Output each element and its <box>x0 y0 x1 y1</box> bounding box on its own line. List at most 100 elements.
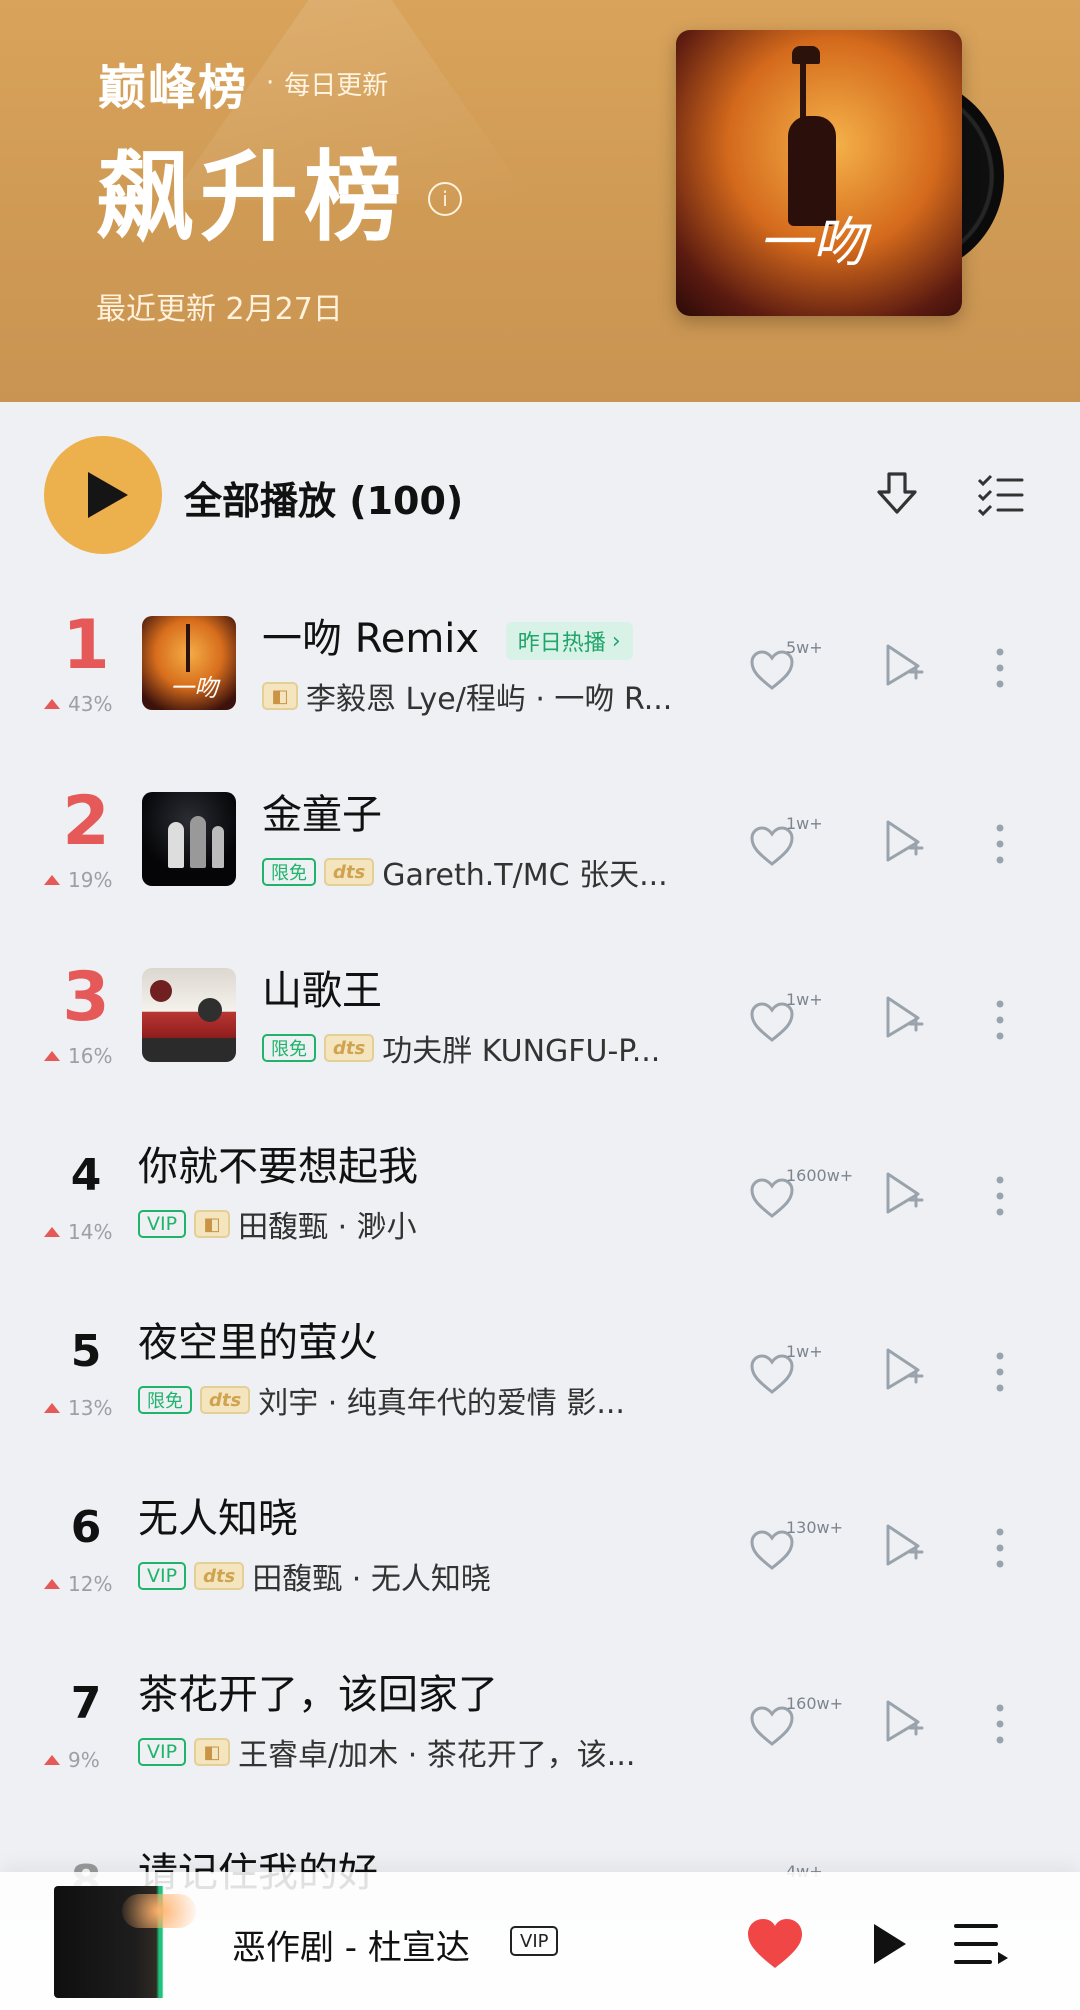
more-icon[interactable] <box>995 820 1005 868</box>
rank-number: 1 <box>62 606 110 685</box>
more-icon[interactable] <box>995 1348 1005 1396</box>
free-tag: 限免 <box>138 1386 192 1414</box>
vip-tag: VIP <box>138 1210 187 1238</box>
song-cover[interactable] <box>142 968 236 1062</box>
song-title: 金童子 <box>262 792 382 838</box>
updated-date: 最近更新 2月27日 <box>96 292 343 327</box>
vip-badge: VIP <box>510 1926 559 1956</box>
brand-separator: · <box>266 68 275 98</box>
free-tag: 限免 <box>262 858 316 886</box>
rank-number: 3 <box>62 958 110 1037</box>
song-row-4[interactable]: 4 14% 你就不要想起我 VIP ◧ 田馥甄 · 渺小 1600w+ <box>0 1120 1080 1296</box>
album-cover: 一吻 <box>676 30 962 316</box>
up-arrow-icon <box>44 699 60 709</box>
cover-light <box>122 1894 196 1928</box>
more-icon[interactable] <box>995 1524 1005 1572</box>
play-all-button[interactable] <box>44 436 162 554</box>
now-playing-cover[interactable] <box>54 1886 200 1998</box>
song-meta: ◧ 李毅恩 Lye/程屿 · 一吻 R... <box>262 674 722 718</box>
up-arrow-icon <box>44 1227 60 1237</box>
song-meta: 限免 dts 功夫胖 KUNGFU-P... <box>262 1026 722 1070</box>
dolby-tag: ◧ <box>262 682 298 710</box>
download-icon[interactable] <box>870 468 924 522</box>
chevron-right-icon: › <box>611 628 621 654</box>
dts-tag: dts <box>324 858 375 886</box>
page-title: 飙升榜 <box>96 141 409 255</box>
add-to-playlist-icon[interactable] <box>880 818 926 864</box>
song-title: 无人知晓 <box>138 1496 298 1542</box>
add-to-playlist-icon[interactable] <box>880 994 926 1040</box>
song-row-2[interactable]: 2 19% 金童子 限免 dts Gareth.T/MC 张天... 1w+ <box>0 768 1080 944</box>
add-to-playlist-icon[interactable] <box>880 1522 926 1568</box>
like-count: 130w+ <box>786 1518 844 1537</box>
now-playing-title: 恶作剧 - 杜宣达 <box>232 1928 470 1968</box>
song-row-5[interactable]: 5 13% 夜空里的萤火 限免 dts 刘宇 · 纯真年代的爱情 影... 1w… <box>0 1296 1080 1472</box>
playlist-icon[interactable] <box>952 1918 1012 1970</box>
chart-header: 巅峰榜 · 每日更新 飙升榜 i 最近更新 2月27日 一吻 <box>0 0 1080 402</box>
song-meta: 限免 dts 刘宇 · 纯真年代的爱情 影... <box>138 1378 718 1422</box>
song-cover[interactable] <box>142 792 236 886</box>
up-arrow-icon <box>44 1579 60 1589</box>
add-to-playlist-icon[interactable] <box>880 1170 926 1216</box>
like-count: 160w+ <box>786 1694 844 1713</box>
song-meta: VIP dts 田馥甄 · 无人知晓 <box>138 1554 698 1598</box>
more-icon[interactable] <box>995 996 1005 1044</box>
rank-change: 12% <box>44 1572 112 1596</box>
brand-row: 巅峰榜 · 每日更新 <box>98 48 388 118</box>
song-row-3[interactable]: 3 16% 山歌王 限免 dts 功夫胖 KUNGFU-P... 1w+ <box>0 944 1080 1120</box>
dts-tag: dts <box>324 1034 375 1062</box>
up-arrow-icon <box>44 1051 60 1061</box>
song-meta: VIP ◧ 田馥甄 · 渺小 <box>138 1202 698 1246</box>
dolby-tag: ◧ <box>194 1738 231 1766</box>
vip-tag: VIP <box>138 1562 187 1590</box>
rank-number: 5 <box>70 1326 102 1377</box>
rank-change: 19% <box>44 868 112 892</box>
up-arrow-icon <box>44 875 60 885</box>
like-count: 5w+ <box>786 638 823 657</box>
more-icon[interactable] <box>995 1700 1005 1748</box>
add-to-playlist-icon[interactable] <box>880 642 926 688</box>
cover-title: 一吻 <box>758 211 866 274</box>
song-meta: 限免 dts Gareth.T/MC 张天... <box>262 850 722 894</box>
rank-change: 43% <box>44 692 112 716</box>
more-icon[interactable] <box>995 644 1005 692</box>
free-tag: 限免 <box>262 1034 316 1062</box>
rank-change: 13% <box>44 1396 112 1420</box>
rank-number: 4 <box>70 1150 102 1201</box>
song-title: 夜空里的萤火 <box>138 1320 378 1366</box>
song-meta: VIP ◧ 王睿卓/加木 · 茶花开了，该... <box>138 1730 718 1774</box>
like-count: 1w+ <box>786 1342 823 1361</box>
like-count: 1600w+ <box>786 1166 854 1185</box>
add-to-playlist-icon[interactable] <box>880 1698 926 1744</box>
song-title: 茶花开了，该回家了 <box>138 1672 498 1718</box>
rank-change: 9% <box>44 1748 100 1772</box>
up-arrow-icon <box>44 1755 60 1765</box>
add-to-playlist-icon[interactable] <box>880 1346 926 1392</box>
play-icon[interactable] <box>860 1916 916 1972</box>
mini-player[interactable]: 恶作剧 - 杜宣达 VIP <box>0 1872 1080 2010</box>
hot-badge[interactable]: 昨日热播 › <box>505 622 633 660</box>
up-arrow-icon <box>44 1403 60 1413</box>
dts-tag: dts <box>200 1386 251 1414</box>
more-icon[interactable] <box>995 1172 1005 1220</box>
song-cover[interactable]: 一吻 <box>142 616 236 710</box>
brand-title: 巅峰榜 <box>98 60 249 116</box>
song-title: 山歌王 <box>262 968 382 1014</box>
like-count: 1w+ <box>786 990 823 1009</box>
multi-select-icon[interactable] <box>974 468 1028 522</box>
featured-cover[interactable]: 一吻 <box>676 30 1006 316</box>
brand-subtitle: 每日更新 <box>284 70 389 101</box>
info-icon[interactable]: i <box>428 182 462 216</box>
dolby-tag: ◧ <box>194 1210 231 1238</box>
rank-change: 14% <box>44 1220 112 1244</box>
chart-page: 巅峰榜 · 每日更新 飙升榜 i 最近更新 2月27日 一吻 全部播放 (100… <box>0 0 1080 2010</box>
song-title: 你就不要想起我 <box>138 1144 418 1190</box>
liked-heart-icon[interactable] <box>745 1916 805 1970</box>
song-row-6[interactable]: 6 12% 无人知晓 VIP dts 田馥甄 · 无人知晓 130w+ <box>0 1472 1080 1648</box>
play-all-label[interactable]: 全部播放 (100) <box>184 470 463 525</box>
song-row-7[interactable]: 7 9% 茶花开了，该回家了 VIP ◧ 王睿卓/加木 · 茶花开了，该... … <box>0 1648 1080 1824</box>
song-title: 一吻 Remix 昨日热播 › <box>262 606 633 664</box>
vip-tag: VIP <box>138 1738 187 1766</box>
song-row-1[interactable]: 1 43% 一吻 一吻 Remix 昨日热播 › ◧ 李毅恩 Lye/程屿 · 一… <box>0 592 1080 768</box>
rank-number: 7 <box>70 1678 102 1729</box>
